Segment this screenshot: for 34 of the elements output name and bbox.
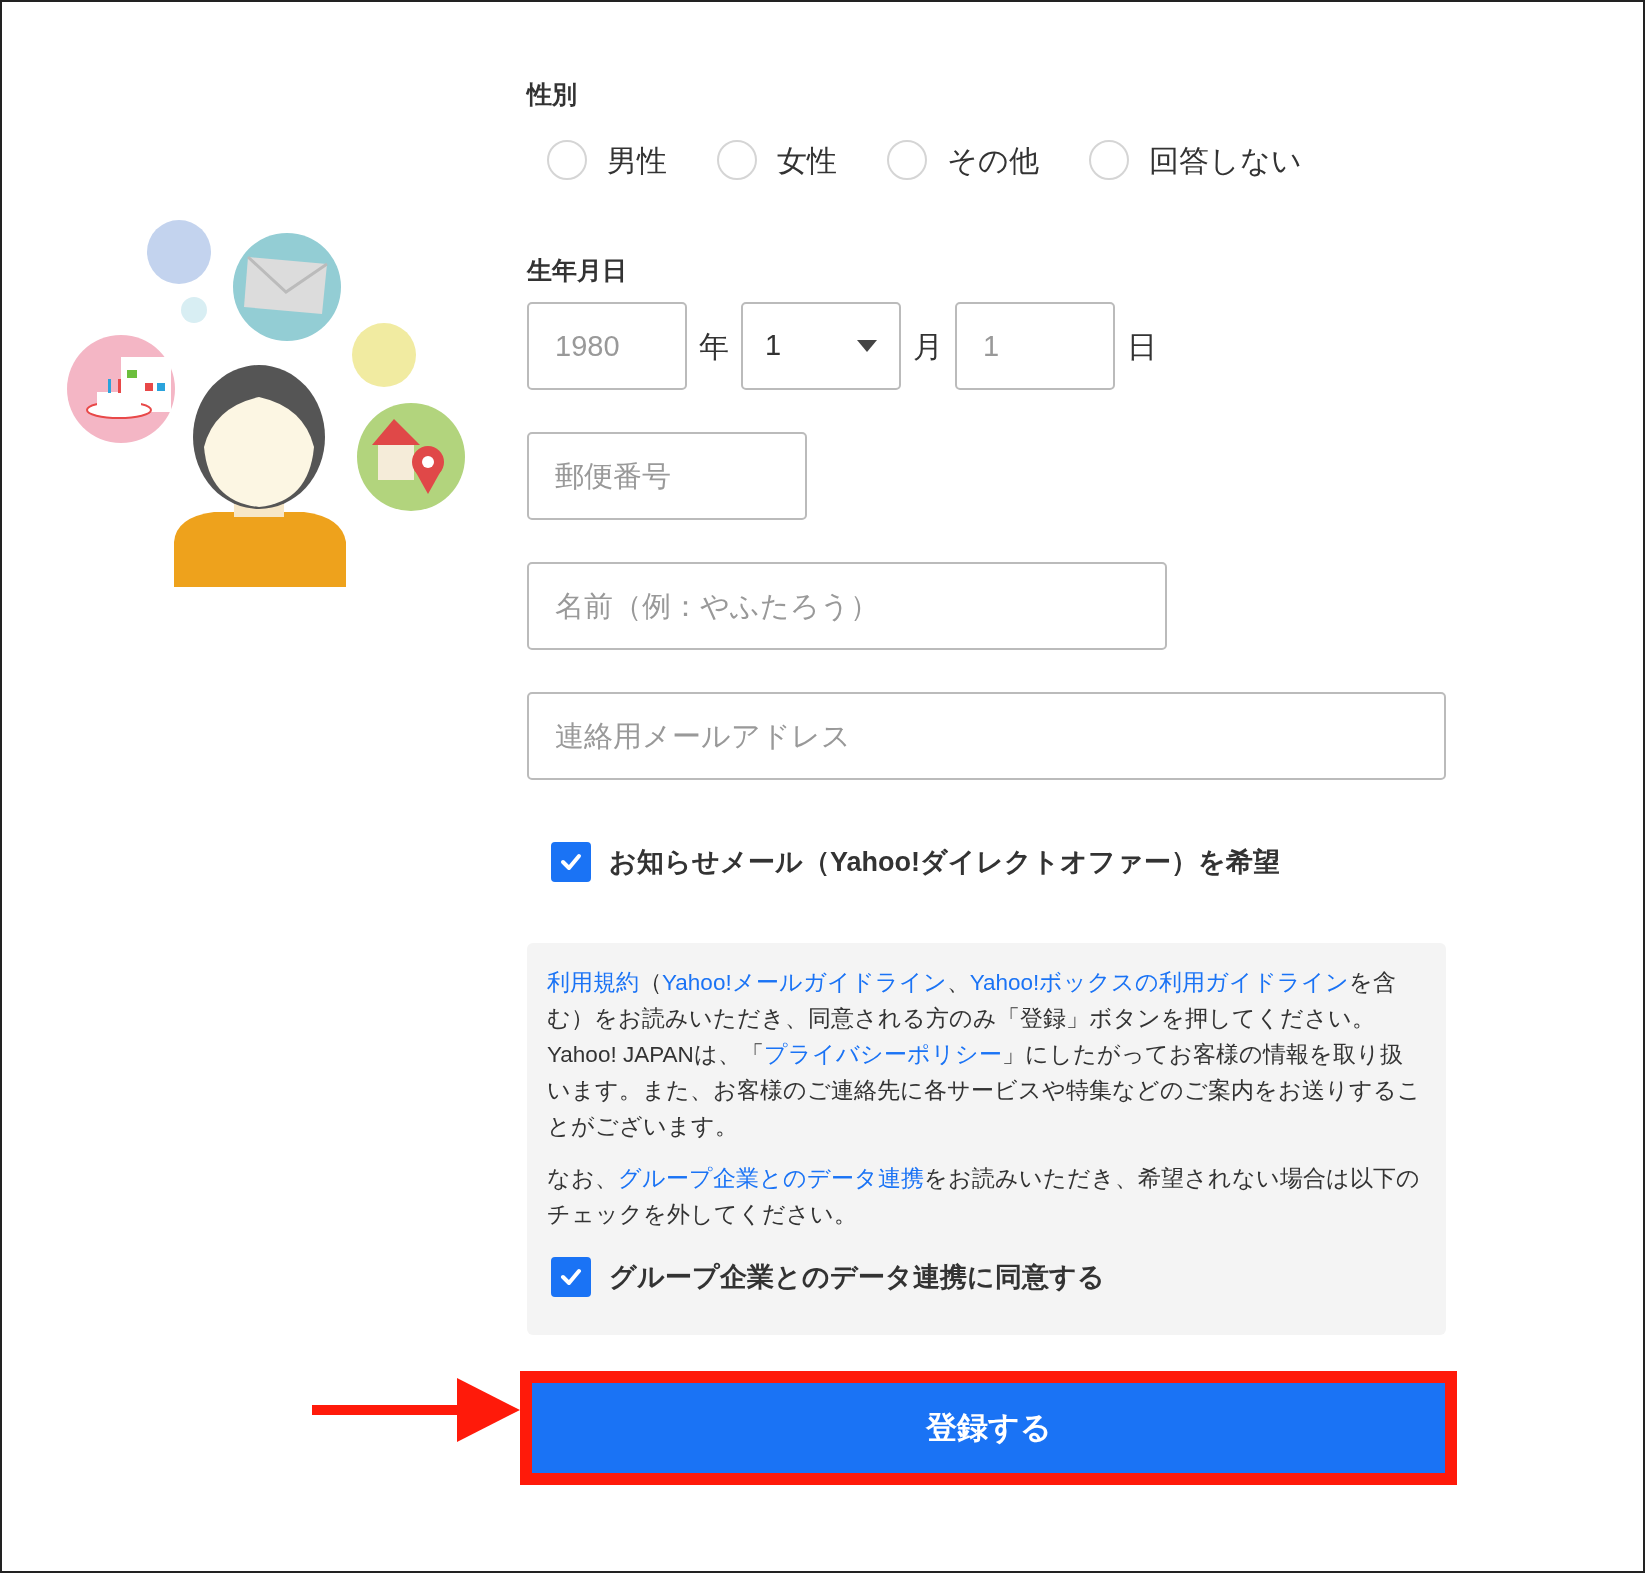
- field-label: 生年月日: [527, 255, 628, 286]
- checkbox[interactable]: [551, 1256, 591, 1297]
- checkbox-label[interactable]: お知らせメール（Yahoo!ダイレクトオファー）を希望: [609, 842, 1280, 883]
- checkmark-icon: [560, 853, 582, 872]
- radio-button[interactable]: [1089, 140, 1129, 180]
- terms-link[interactable]: Yahoo!ボックスの利用ガイドライン: [969, 969, 1350, 995]
- checkbox[interactable]: [551, 842, 591, 883]
- name-field[interactable]: 名前（例：やふたろう）: [527, 562, 1167, 650]
- checkbox-label[interactable]: グループ企業とのデータ連携に同意する: [609, 1256, 1105, 1297]
- radio-button[interactable]: [547, 140, 587, 180]
- radio-label[interactable]: その他: [947, 137, 1039, 183]
- field-label: 性別: [527, 79, 578, 110]
- postal-code-field[interactable]: 郵便番号: [527, 432, 807, 520]
- unit-label: 日: [1127, 328, 1157, 365]
- terms-link[interactable]: Yahoo!メールガイドライン: [662, 969, 947, 995]
- register-button[interactable]: 登録する: [532, 1383, 1445, 1473]
- radio-label[interactable]: 男性: [607, 137, 667, 183]
- unit-label: 月: [913, 328, 943, 365]
- unit-label: 年: [699, 328, 729, 365]
- terms-link[interactable]: プライバシーポリシー: [763, 1041, 1002, 1067]
- radio-label[interactable]: 回答しない: [1149, 137, 1302, 183]
- terms-link[interactable]: 利用規約: [547, 969, 639, 995]
- radio-button[interactable]: [717, 140, 757, 180]
- email-field[interactable]: 連絡用メールアドレス: [527, 692, 1446, 780]
- terms-text: なお、グループ企業とのデータ連携をお読みいただき、希望されない場合は以下のチェックを外してください。: [547, 1164, 1421, 1229]
- month-select[interactable]: 1: [741, 302, 901, 390]
- checkmark-icon: [560, 1267, 582, 1286]
- terms-link[interactable]: グループ企業とのデータ連携: [618, 1165, 924, 1191]
- caret-icon: [857, 340, 877, 352]
- year-field[interactable]: 1980: [527, 302, 687, 390]
- radio-button[interactable]: [887, 140, 927, 180]
- day-field[interactable]: 1: [955, 302, 1115, 390]
- radio-label[interactable]: 女性: [777, 137, 837, 183]
- terms-text: 利用規約（Yahoo!メールガイドライン、Yahoo!ボックスの利用ガイドライン を含む）をお読みいただき、同意される方のみ「登録」ボタンを押してください。Yahoo! JAPANは、「プライバシーポリシー」にしたがってお客様の情報を取り扱います。また、お客様のご連絡先に各サービスや特集などのご案内をお送りすることがございます。: [547, 968, 1422, 1141]
